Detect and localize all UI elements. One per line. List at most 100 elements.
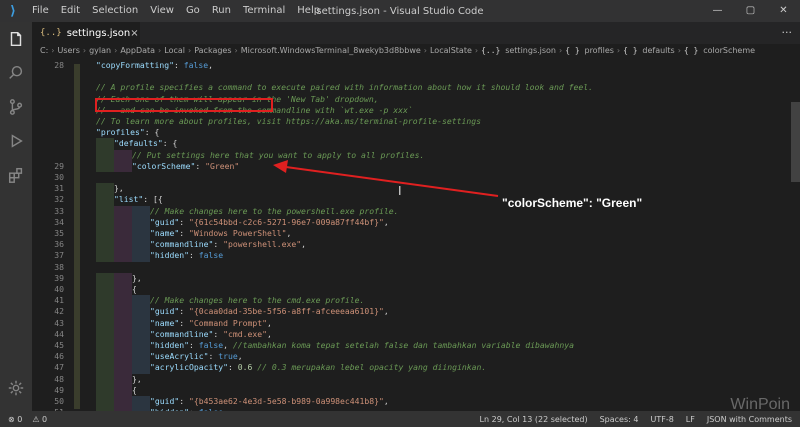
- menu-terminal[interactable]: Terminal: [237, 0, 291, 22]
- close-tab-icon[interactable]: ×: [130, 28, 138, 39]
- indent-guide: [96, 396, 114, 408]
- code-token: :: [179, 317, 189, 328]
- indent-guide: [96, 317, 114, 329]
- vscode-logo-icon[interactable]: ⟩: [0, 0, 26, 22]
- close-window-button[interactable]: ✕: [767, 0, 800, 22]
- code-line[interactable]: 42 "guid": "{0caa0dad-35be-5f56-a8ff-afce…: [32, 306, 792, 318]
- code-token: ,: [223, 340, 233, 350]
- code-token: :: [188, 340, 199, 350]
- code-line[interactable]: 47 "acrylicOpacity": 0.6 // 0.3 merupakan…: [32, 362, 792, 374]
- run-debug-icon[interactable]: [0, 124, 32, 158]
- code-line[interactable]: 40 {: [32, 284, 792, 296]
- code-line[interactable]: 32 "list": [{: [32, 194, 792, 206]
- menu-view[interactable]: View: [144, 0, 180, 22]
- language-mode[interactable]: JSON with Comments: [707, 415, 792, 424]
- breadcrumb-item[interactable]: Local: [164, 46, 185, 55]
- menu-run[interactable]: Run: [206, 0, 237, 22]
- code-line[interactable]: // To learn more about profiles, visit h…: [32, 116, 792, 127]
- code-line[interactable]: 41 // Make changes here to the cmd.exe pr…: [32, 295, 792, 307]
- breadcrumb-symbol[interactable]: profiles: [584, 46, 613, 55]
- json-file-icon: {..}: [481, 46, 506, 55]
- breadcrumb-symbol[interactable]: colorScheme: [703, 46, 755, 55]
- code-token: :: [179, 228, 189, 238]
- indent-guide: [132, 306, 150, 318]
- indent-guide: [114, 295, 132, 307]
- explorer-icon[interactable]: [0, 22, 32, 56]
- code-line[interactable]: [32, 71, 792, 82]
- code-line[interactable]: 45 "hidden": false, //tambahkan koma tepa…: [32, 340, 792, 352]
- menu-edit[interactable]: Edit: [55, 0, 86, 22]
- breadcrumb-item[interactable]: AppData: [120, 46, 155, 55]
- encoding[interactable]: UTF-8: [650, 415, 673, 424]
- line-number: 39: [54, 272, 64, 283]
- code-line[interactable]: 39},: [32, 272, 792, 284]
- scrollbar-thumb[interactable]: [791, 102, 800, 182]
- code-line[interactable]: "profiles": {: [32, 127, 792, 138]
- line-number: 42: [54, 306, 64, 317]
- breadcrumb-item[interactable]: Packages: [194, 46, 231, 55]
- minimize-button[interactable]: —: [701, 0, 734, 22]
- code-token: ,: [237, 351, 243, 362]
- extensions-icon[interactable]: [0, 158, 32, 192]
- code-line[interactable]: 30: [32, 172, 792, 183]
- code-line[interactable]: 37 "hidden": false: [32, 250, 792, 262]
- breadcrumb-item[interactable]: C:: [40, 46, 48, 55]
- breadcrumb-item[interactable]: Microsoft.WindowsTerminal_8wekyb3d8bbwe: [241, 46, 421, 55]
- code-text: {: [132, 385, 137, 396]
- maximize-button[interactable]: ▢: [734, 0, 767, 22]
- code-line[interactable]: // Put settings here that you want to ap…: [32, 149, 792, 161]
- settings-gear-icon[interactable]: [0, 371, 32, 405]
- indent-guide: [96, 194, 114, 206]
- indentation[interactable]: Spaces: 4: [600, 415, 639, 424]
- code-line[interactable]: "defaults": {: [32, 138, 792, 150]
- code-line[interactable]: 48},: [32, 373, 792, 385]
- breadcrumb-separator: ›: [82, 46, 87, 55]
- indent-guide: [132, 328, 150, 340]
- code-line[interactable]: 43 "name": "Command Prompt",: [32, 317, 792, 329]
- cursor-position[interactable]: Ln 29, Col 13 (22 selected): [480, 415, 588, 424]
- code-text: "defaults": {: [114, 138, 177, 149]
- code-line[interactable]: 33 // Make changes here to the powershell…: [32, 205, 792, 217]
- menu-file[interactable]: File: [26, 0, 55, 22]
- code-line[interactable]: 38: [32, 262, 792, 273]
- code-line[interactable]: 46 "useAcrylic": true,: [32, 351, 792, 363]
- warnings-count[interactable]: ⚠ 0: [32, 415, 47, 424]
- menu-selection[interactable]: Selection: [86, 0, 144, 22]
- code-line[interactable]: 44 "commandline": "cmd.exe",: [32, 328, 792, 340]
- breadcrumb-item[interactable]: gylan: [89, 46, 111, 55]
- code-line[interactable]: 29 "colorScheme": "Green": [32, 160, 792, 172]
- annotation-label: "colorScheme": "Green": [502, 196, 643, 210]
- code-line[interactable]: 50 "guid": "{b453ae62-4e3d-5e58-b989-0a99…: [32, 396, 792, 408]
- line-number: 48: [54, 373, 64, 384]
- breadcrumb-file[interactable]: settings.json: [505, 46, 556, 55]
- more-actions-icon[interactable]: ···: [782, 22, 793, 44]
- source-control-icon[interactable]: [0, 90, 32, 124]
- code-line[interactable]: 31},: [32, 183, 792, 195]
- breadcrumb-item[interactable]: Users: [57, 46, 79, 55]
- indent-guide: [96, 239, 114, 251]
- code-line[interactable]: // A profile specifies a command to exec…: [32, 82, 792, 93]
- code-token: "list": [114, 194, 144, 205]
- search-icon[interactable]: [0, 56, 32, 90]
- errors-count[interactable]: ⊗ 0: [8, 415, 22, 424]
- indent-guide: [132, 396, 150, 408]
- code-token: ,: [266, 328, 272, 339]
- code-text: "profiles": {: [96, 127, 159, 138]
- menu-help[interactable]: Help: [291, 0, 326, 22]
- end-of-line[interactable]: LF: [686, 415, 695, 424]
- line-number: 50: [54, 396, 64, 406]
- code-line[interactable]: 34 "guid": "{61c54bbd-c2c6-5271-96e7-009a…: [32, 216, 792, 228]
- line-number: 43: [54, 317, 64, 328]
- code-text: "commandline": "powershell.exe",: [150, 239, 306, 250]
- breadcrumb-symbol[interactable]: defaults: [642, 46, 674, 55]
- code-line[interactable]: 28 "copyFormatting": false,: [32, 60, 792, 71]
- breadcrumb-separator: ›: [474, 46, 479, 55]
- tab-settings-json[interactable]: {..} settings.json ×: [32, 22, 140, 44]
- code-line[interactable]: 36 "commandline": "powershell.exe",: [32, 239, 792, 251]
- code-line[interactable]: 35 "name": "Windows PowerShell",: [32, 228, 792, 240]
- code-token: 0.6: [237, 362, 253, 373]
- code-token: "cmd.exe": [223, 328, 267, 339]
- breadcrumb-item[interactable]: LocalState: [430, 46, 472, 55]
- code-line[interactable]: 49 {: [32, 384, 792, 396]
- menu-go[interactable]: Go: [180, 0, 206, 22]
